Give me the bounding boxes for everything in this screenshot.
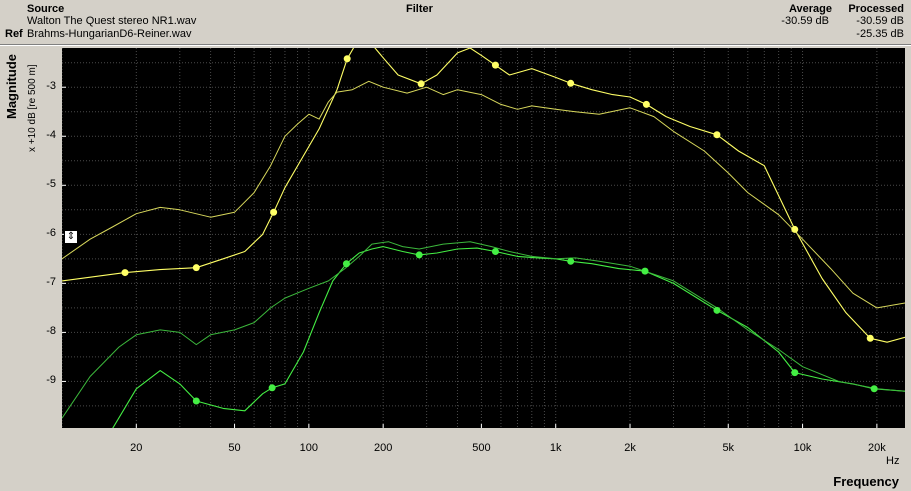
series-marker-1 [791, 225, 799, 233]
y-tick-label: -7 [46, 276, 56, 289]
series-marker-1 [642, 100, 650, 108]
x-tick-label: 5k [722, 442, 735, 454]
ref-label: Ref [5, 28, 23, 40]
plot-markers [121, 55, 878, 405]
series-line-1 [62, 48, 905, 343]
series-marker-3 [791, 369, 799, 377]
y-axis-label: Magnitude [4, 54, 19, 119]
x-tick-label: 100 [299, 442, 319, 454]
series-marker-3 [415, 251, 423, 259]
y-tick-label: -3 [46, 80, 56, 93]
x-tick-label: 500 [472, 442, 491, 454]
x-tick-label: 20 [130, 442, 143, 454]
x-tick-label: 2k [624, 442, 636, 454]
source-average-value: -30.59 dB [781, 15, 829, 27]
series-marker-1 [713, 131, 721, 139]
y-tick-label: -4 [46, 129, 56, 142]
series-marker-3 [641, 267, 649, 275]
plot-grid [62, 48, 905, 428]
series-marker-1 [343, 55, 351, 63]
series-marker-3 [870, 385, 878, 393]
series-marker-1 [270, 208, 278, 216]
ref-file-name[interactable]: Brahms-HungarianD6-Reiner.wav [27, 28, 191, 41]
series-marker-3 [713, 306, 721, 314]
ref-processed-value: -25.35 dB [856, 28, 904, 40]
file-info-header: Source Filter Average Processed Walton T… [0, 0, 911, 44]
filter-column-header: Filter [406, 3, 433, 15]
x-tick-label: 20k [867, 442, 886, 454]
x-axis-unit: Hz [886, 455, 900, 467]
x-axis-label: Frequency [833, 474, 899, 489]
y-tick-label: -9 [46, 374, 56, 387]
y-tick-label: -8 [46, 325, 56, 338]
source-processed-value: -30.59 dB [856, 15, 904, 27]
header-divider-highlight [0, 45, 911, 46]
series-marker-3 [268, 384, 276, 392]
series-marker-1 [567, 79, 575, 87]
series-marker-1 [121, 269, 129, 277]
frequency-plot[interactable] [62, 48, 905, 428]
series-marker-3 [342, 260, 350, 268]
series-marker-1 [417, 80, 425, 88]
series-marker-3 [192, 397, 200, 405]
source-file-name[interactable]: Walton The Quest stereo NR1.wav [27, 15, 196, 28]
series-marker-3 [491, 247, 499, 255]
x-tick-label: 10k [793, 442, 812, 454]
y-tick-label: -6 [46, 227, 56, 240]
series-marker-1 [491, 61, 499, 69]
series-marker-1 [866, 334, 874, 342]
x-tick-label: 1k [549, 442, 562, 454]
y-tick-label: -5 [46, 178, 56, 191]
series-marker-1 [192, 264, 200, 272]
series-marker-3 [567, 257, 575, 265]
x-tick-label: 50 [228, 442, 241, 454]
vertical-zoom-icon[interactable]: ⇕ [64, 230, 78, 244]
x-tick-label: 200 [373, 442, 393, 454]
